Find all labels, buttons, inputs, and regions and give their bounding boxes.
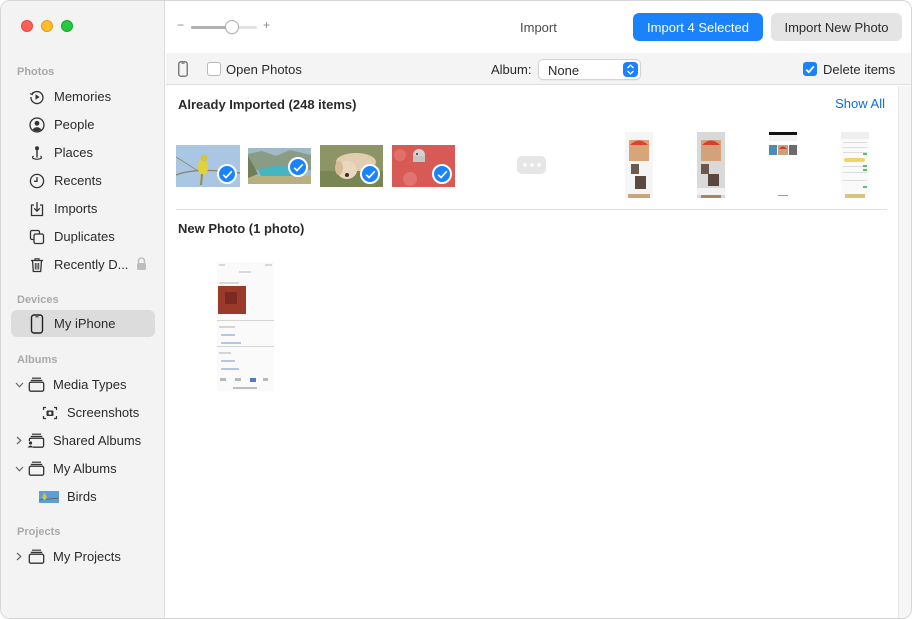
photo-thumbnail-bird[interactable] <box>176 145 240 187</box>
sidebar-item-label: Duplicates <box>54 229 115 244</box>
window-title: Import <box>520 20 557 35</box>
sidebar-item-my-albums[interactable]: My Albums <box>11 455 155 482</box>
chevron-down-icon[interactable] <box>14 466 24 472</box>
sidebar-item-label: Imports <box>54 201 98 216</box>
duplicates-icon <box>28 228 46 246</box>
selected-check-icon <box>217 164 237 184</box>
album-select-value: None <box>548 63 580 78</box>
dot <box>529 163 534 167</box>
lock-icon <box>136 256 147 273</box>
photo-thumbnail-puppy[interactable] <box>320 145 383 187</box>
section-label-projects: Projects <box>17 526 61 538</box>
dot <box>522 163 527 167</box>
more-items-button[interactable] <box>517 156 546 174</box>
sidebar-item-recently-deleted[interactable]: Recently D... <box>11 251 155 278</box>
delete-items-label: Delete items <box>823 62 896 77</box>
thumbnail-size-slider[interactable] <box>191 20 257 34</box>
sidebar-item-label: My Albums <box>53 461 117 476</box>
sidebar-item-my-iphone[interactable]: My iPhone <box>11 310 155 337</box>
window-controls <box>21 20 73 32</box>
chevron-right-icon[interactable] <box>14 436 24 445</box>
trash-icon <box>28 256 46 274</box>
sidebar-item-people[interactable]: People <box>11 111 155 138</box>
select-stepper-icon <box>623 62 638 77</box>
sidebar-item-my-projects[interactable]: My Projects <box>11 543 155 570</box>
album-stack-icon <box>27 548 45 566</box>
import-window: Photos Memories People Places Recents Im… <box>0 0 912 619</box>
iphone-icon <box>28 313 46 334</box>
sidebar-item-label: Birds <box>67 489 97 504</box>
chevron-right-icon[interactable] <box>14 552 24 561</box>
imports-icon <box>28 200 46 218</box>
sidebar-item-label: Screenshots <box>67 405 140 420</box>
photo-thumbnail-dog-flowers[interactable] <box>392 145 455 187</box>
sidebar-item-birds[interactable]: Birds <box>11 483 155 510</box>
sidebar-item-places[interactable]: Places <box>11 139 155 166</box>
sidebar-item-label: My Projects <box>53 549 121 564</box>
album-stack-icon <box>27 460 45 478</box>
open-photos-label: Open Photos <box>226 62 302 77</box>
chevron-down-icon[interactable] <box>14 382 24 388</box>
import-selected-button[interactable]: Import 4 Selected <box>633 13 763 41</box>
album-select[interactable]: None <box>538 59 641 80</box>
sidebar-item-recents[interactable]: Recents <box>11 167 155 194</box>
zoom-window-button[interactable] <box>61 20 73 32</box>
birds-album-thumbnail <box>39 488 59 506</box>
sidebar-item-label: Shared Albums <box>53 433 142 448</box>
album-label: Album: <box>491 62 532 77</box>
screenshot-icon <box>41 404 59 422</box>
section-label-devices: Devices <box>17 294 59 306</box>
sidebar-item-label: My iPhone <box>54 316 116 331</box>
sidebar-item-screenshots[interactable]: Screenshots <box>11 399 155 426</box>
sidebar-item-label: Places <box>54 145 94 160</box>
vertical-scrollbar[interactable] <box>898 86 911 618</box>
dot <box>536 163 541 167</box>
memories-icon <box>28 88 46 106</box>
minimize-window-button[interactable] <box>41 20 53 32</box>
selected-check-icon <box>432 164 452 184</box>
sidebar-item-imports[interactable]: Imports <box>11 195 155 222</box>
sidebar-item-label: Recents <box>54 173 102 188</box>
section-label-photos: Photos <box>17 66 55 78</box>
section-label-albums: Albums <box>17 354 58 366</box>
photo-thumbnail-lake[interactable] <box>248 148 311 184</box>
sidebar-item-label: Memories <box>54 89 112 104</box>
screenshot-thumbnail[interactable] <box>769 132 797 198</box>
device-phone-icon <box>178 61 188 80</box>
sidebar-item-duplicates[interactable]: Duplicates <box>11 223 155 250</box>
slider-knob[interactable] <box>224 20 239 34</box>
toolbar: − + Import Import 4 Selected Import New … <box>166 1 911 53</box>
people-icon <box>28 116 46 134</box>
zoom-out-icon[interactable]: − <box>177 18 184 32</box>
sidebar-item-label: People <box>54 117 95 132</box>
screenshot-thumbnail[interactable] <box>625 132 653 198</box>
checkmark-icon <box>805 65 815 74</box>
import-options-bar: Open Photos Album: None Delete items <box>166 53 911 85</box>
delete-items-checkbox[interactable] <box>803 62 817 76</box>
screenshot-thumbnail[interactable] <box>841 132 869 198</box>
sidebar-item-label: Recently D... <box>54 257 129 272</box>
close-window-button[interactable] <box>21 20 33 32</box>
already-imported-heading: Already Imported (248 items) <box>178 97 357 112</box>
selected-check-icon <box>288 157 308 177</box>
places-icon <box>28 144 46 162</box>
import-content: Already Imported (248 items) Show All Ne… <box>166 86 898 618</box>
recents-icon <box>28 172 46 190</box>
sidebar-item-label: Media Types <box>53 377 127 392</box>
album-stack-icon <box>27 376 45 394</box>
show-all-link[interactable]: Show All <box>835 96 885 111</box>
sidebar-item-media-types[interactable]: Media Types <box>11 371 155 398</box>
new-photo-heading: New Photo (1 photo) <box>178 221 305 236</box>
screenshot-thumbnail[interactable] <box>697 132 725 198</box>
zoom-in-icon[interactable]: + <box>263 18 270 32</box>
sidebar: Photos Memories People Places Recents Im… <box>1 1 165 618</box>
import-new-photo-button[interactable]: Import New Photo <box>771 13 902 41</box>
sidebar-item-shared-albums[interactable]: Shared Albums <box>11 427 155 454</box>
section-divider <box>176 209 887 210</box>
shared-albums-icon <box>27 432 45 450</box>
open-photos-checkbox[interactable] <box>207 62 221 76</box>
new-photo-thumbnail[interactable] <box>217 262 274 391</box>
selected-check-icon <box>360 164 380 184</box>
sidebar-item-memories[interactable]: Memories <box>11 83 155 110</box>
